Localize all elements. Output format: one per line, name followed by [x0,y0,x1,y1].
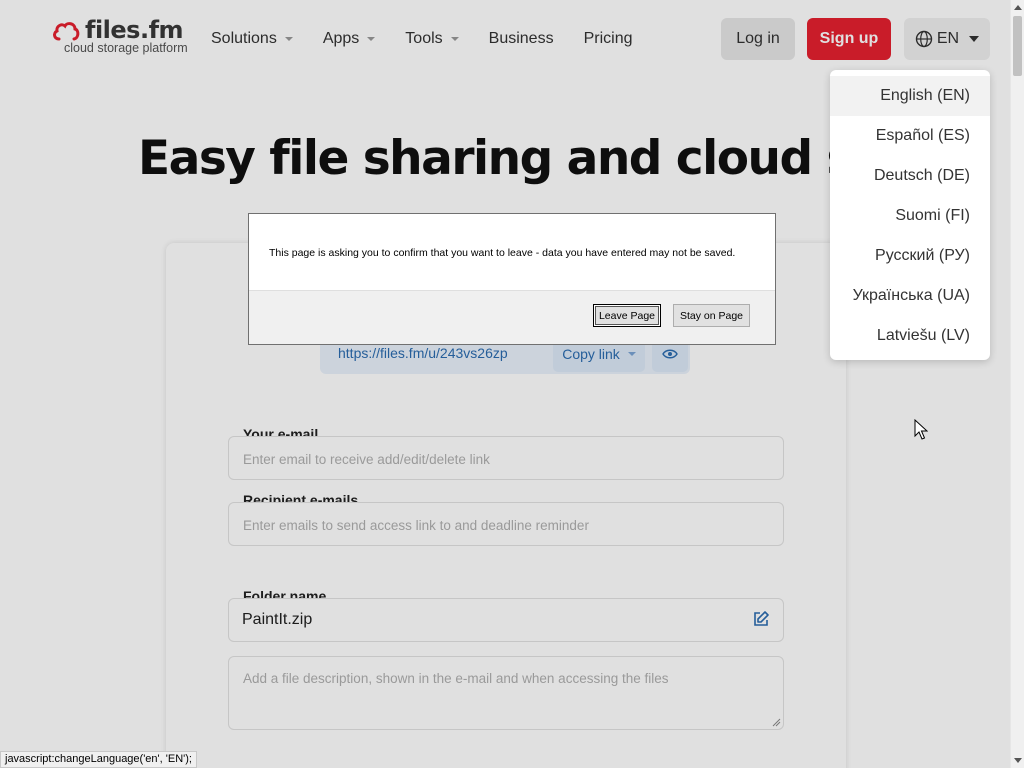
language-option-fi[interactable]: Suomi (FI) [830,196,990,236]
leave-page-dialog: This page is asking you to confirm that … [248,213,776,345]
browser-status-bar: javascript:changeLanguage('en', 'EN'); [0,751,197,768]
language-option-lv[interactable]: Latviešu (LV) [830,316,990,356]
language-option-en[interactable]: English (EN) [830,76,990,116]
language-option-de[interactable]: Deutsch (DE) [830,156,990,196]
vertical-scrollbar[interactable] [1010,0,1024,768]
language-option-es[interactable]: Español (ES) [830,116,990,156]
dialog-message: This page is asking you to confirm that … [269,247,736,259]
scroll-up-icon[interactable] [1014,5,1022,10]
dialog-body: This page is asking you to confirm that … [249,214,775,291]
mouse-cursor-icon [914,419,928,440]
scrollbar-thumb[interactable] [1013,16,1022,76]
stay-on-page-button[interactable]: Stay on Page [673,304,750,327]
language-menu: English (EN) Español (ES) Deutsch (DE) S… [830,70,990,360]
scroll-down-icon[interactable] [1014,758,1022,763]
language-option-ru[interactable]: Русский (РУ) [830,236,990,276]
language-option-ua[interactable]: Українська (UA) [830,276,990,316]
leave-page-button[interactable]: Leave Page [593,304,661,327]
